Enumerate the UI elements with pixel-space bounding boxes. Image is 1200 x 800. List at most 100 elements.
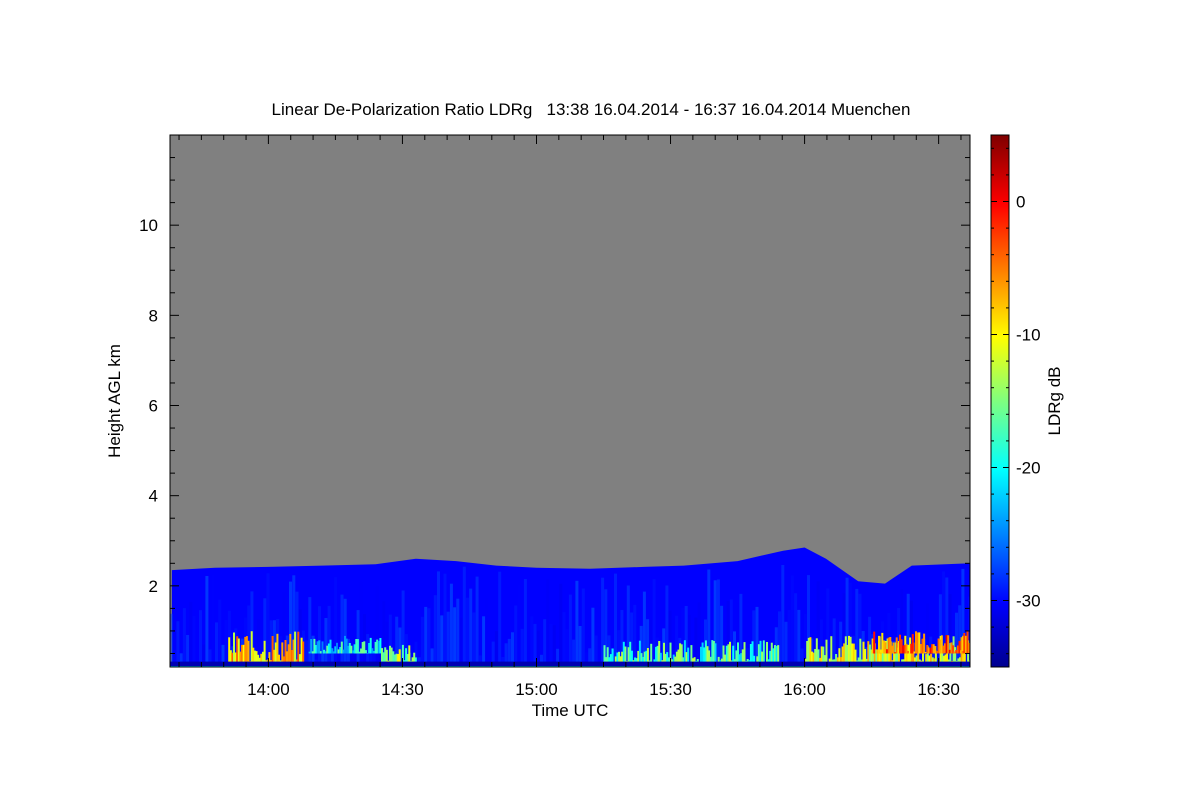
signal-column xyxy=(182,608,186,667)
signal-column xyxy=(443,573,447,667)
chart-title: Linear De-Polarization Ratio LDRg 13:38 … xyxy=(272,100,911,119)
signal-column xyxy=(449,583,453,667)
signal-column xyxy=(192,615,196,667)
signal-column xyxy=(517,584,521,667)
signal-column xyxy=(543,619,547,667)
x-tick-label: 16:00 xyxy=(783,680,826,699)
signal-column xyxy=(552,625,556,667)
ldr-cell xyxy=(263,640,266,663)
signal-column xyxy=(456,598,460,667)
colorbar-tick-label: -20 xyxy=(1016,459,1041,478)
signal-column xyxy=(199,610,202,667)
ldr-cell xyxy=(356,639,359,654)
signal-column xyxy=(340,594,344,667)
signal-column xyxy=(356,610,360,667)
signal-column xyxy=(575,580,579,667)
colorbar-tick-label: -10 xyxy=(1016,326,1041,345)
signal-column xyxy=(359,581,363,667)
x-tick-label: 15:30 xyxy=(649,680,692,699)
signal-column xyxy=(446,611,450,667)
signal-column xyxy=(530,616,534,667)
ldr-cell xyxy=(650,643,653,663)
ldr-cell xyxy=(907,650,909,654)
ldr-cell xyxy=(310,639,313,654)
signal-column xyxy=(520,628,524,667)
signal-column xyxy=(482,616,486,667)
ldr-cell xyxy=(302,641,305,663)
colorbar-tick-label: 0 xyxy=(1016,193,1025,212)
ldr-cell xyxy=(830,636,833,663)
signal-column xyxy=(375,586,379,667)
signal-column xyxy=(363,614,366,667)
plot-area xyxy=(170,135,970,667)
signal-column xyxy=(318,606,321,667)
ldr-cell xyxy=(873,631,876,654)
ldr-cell xyxy=(954,647,957,663)
ldr-cell xyxy=(729,641,731,663)
y-tick-label: 2 xyxy=(149,577,158,596)
ldr-cell xyxy=(646,648,649,663)
signal-column xyxy=(433,595,437,667)
y-axis-label: Height AGL km xyxy=(105,344,124,458)
signal-column xyxy=(546,579,550,667)
ldr-cell xyxy=(753,655,756,663)
signal-column xyxy=(440,615,444,667)
x-tick-label: 14:30 xyxy=(381,680,424,699)
ldr-cell xyxy=(892,642,895,654)
signal-column xyxy=(176,621,180,667)
signal-column xyxy=(462,566,466,667)
ldr-cell xyxy=(743,642,746,663)
signal-column xyxy=(427,608,431,667)
ldr-cell xyxy=(859,638,862,663)
ldr-cell xyxy=(687,647,690,663)
ldr-cell xyxy=(398,649,401,663)
signal-column xyxy=(466,597,469,667)
signal-column xyxy=(523,579,527,667)
ldr-cell xyxy=(624,646,627,663)
ground-band xyxy=(170,661,970,667)
signal-column xyxy=(218,599,222,667)
signal-column xyxy=(591,607,595,667)
ldr-cell xyxy=(714,643,717,663)
x-tick-label: 14:00 xyxy=(247,680,290,699)
ldr-cell xyxy=(294,631,297,663)
signal-column xyxy=(453,607,457,667)
x-tick-label: 16:30 xyxy=(917,680,960,699)
signal-column xyxy=(559,583,563,667)
signal-column xyxy=(549,623,553,667)
signal-column xyxy=(475,576,479,667)
signal-column xyxy=(211,574,215,667)
y-tick-label: 8 xyxy=(149,306,158,325)
ldr-cell xyxy=(762,640,765,663)
ldr-cell xyxy=(611,648,614,663)
ldr-cell xyxy=(777,645,780,663)
signal-column xyxy=(485,598,489,667)
signal-column xyxy=(794,593,798,667)
signal-column xyxy=(420,616,424,667)
signal-column xyxy=(459,617,463,667)
ldr-cell xyxy=(385,649,388,663)
signal-column xyxy=(343,598,347,667)
signal-column xyxy=(205,576,209,667)
ldr-cell xyxy=(923,633,926,654)
signal-column xyxy=(514,605,518,667)
signal-column xyxy=(437,571,440,667)
signal-column xyxy=(578,626,582,667)
ldr-cell xyxy=(825,639,828,663)
signal-column xyxy=(334,577,338,667)
signal-column xyxy=(215,622,218,667)
signal-column xyxy=(469,588,473,667)
signal-column xyxy=(562,612,566,667)
signal-column xyxy=(488,597,492,667)
signal-column xyxy=(308,597,312,667)
y-tick-label: 10 xyxy=(139,216,158,235)
signal-column xyxy=(327,605,331,667)
signal-column xyxy=(568,594,572,667)
colorbar-label: LDRg dB xyxy=(1045,367,1064,436)
ldr-chart: Linear De-Polarization Ratio LDRg 13:38 … xyxy=(105,100,1064,720)
colorbar xyxy=(990,134,1010,668)
signal-column xyxy=(498,571,502,667)
colorbar-tick-label: -30 xyxy=(1016,592,1041,611)
signal-column xyxy=(790,575,794,667)
signal-column xyxy=(716,579,720,667)
